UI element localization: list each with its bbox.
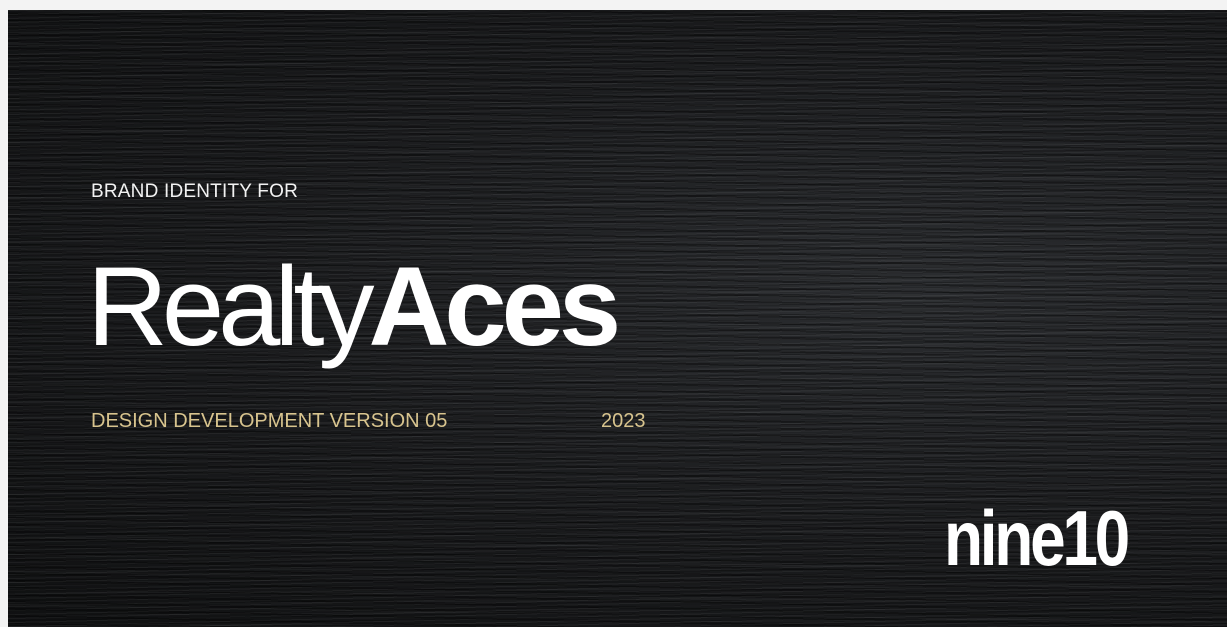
version-subtitle: DESIGN DEVELOPMENT VERSION 05	[91, 410, 448, 432]
brand-title: RealtyAces	[87, 243, 621, 371]
cover-slide: BRAND IDENTITY FOR RealtyAces DESIGN DEV…	[8, 10, 1227, 627]
eyebrow-text: BRAND IDENTITY FOR	[91, 181, 298, 202]
year-label: 2023	[601, 410, 646, 432]
agency-logo: nine10	[944, 494, 1130, 582]
brand-title-light: Realty	[87, 244, 374, 369]
brand-title-bold: Aces	[368, 244, 621, 369]
